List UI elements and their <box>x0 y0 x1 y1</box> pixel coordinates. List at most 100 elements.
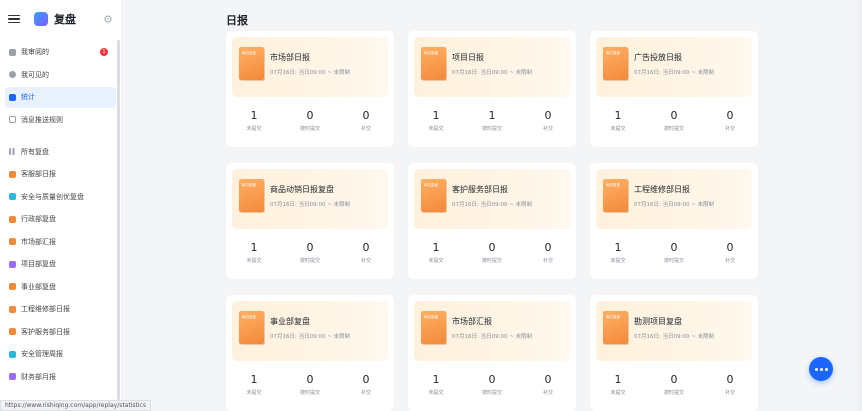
eye-icon <box>9 71 16 78</box>
card-time: 07月16日: 当日09:00 ~ 未限制 <box>452 334 533 340</box>
stat-unsubmitted[interactable]: 1 未提交 <box>590 241 646 264</box>
app-title: 复盘 <box>54 13 76 26</box>
sidebar-item-label: 事业部复盘 <box>21 282 56 291</box>
card-header: 每日复盘 市场部日报 07月16日: 当日09:00 ~ 未限制 <box>232 37 388 97</box>
stat-makeup[interactable]: 0 补交 <box>520 373 576 396</box>
report-book-icon: 每日复盘 <box>603 47 628 80</box>
main-scrollbar[interactable] <box>857 0 862 411</box>
report-card[interactable]: 每日复盘 广告投放日报 07月16日: 当日09:00 ~ 未限制 1 未提交 0… <box>590 31 758 147</box>
report-book-icon: 每日复盘 <box>603 179 628 212</box>
stat-ontime[interactable]: 0 按时提交 <box>282 109 338 132</box>
stat-ontime[interactable]: 0 按时提交 <box>464 373 520 396</box>
card-stats: 1 未提交 0 按时提交 0 补交 <box>226 241 394 264</box>
sidebar-item-report[interactable]: 行政部复盘 <box>5 209 116 230</box>
card-time: 07月16日: 当日09:00 ~ 未限制 <box>270 334 351 340</box>
stat-makeup[interactable]: 0 补交 <box>702 109 758 132</box>
stat-unsubmitted[interactable]: 1 未提交 <box>408 109 464 132</box>
report-card[interactable]: 每日复盘 勘测项目复盘 07月16日: 当日09:00 ~ 未限制 1 未提交 0… <box>590 295 758 411</box>
card-stats: 1 未提交 0 按时提交 0 补交 <box>408 373 576 396</box>
grid-icon <box>9 148 16 155</box>
card-name: 客护服务部日报 <box>452 185 508 194</box>
sidebar-item-label: 客护服务部日报 <box>21 327 70 336</box>
sidebar-item-label: 市场部汇报 <box>21 237 56 246</box>
sidebar-scrollbar[interactable] <box>117 40 120 400</box>
report-icon <box>9 305 16 313</box>
more-icon <box>814 367 818 371</box>
stat-makeup[interactable]: 0 补交 <box>520 241 576 264</box>
stat-ontime[interactable]: 1 按时提交 <box>464 109 520 132</box>
sidebar-item-label: 安全管理周报 <box>21 350 63 358</box>
card-header: 每日复盘 商品动销日报复盘 07月16日: 当日09:00 ~ 未限制 <box>232 169 388 229</box>
report-book-icon: 每日复盘 <box>603 311 628 344</box>
sidebar-item-report[interactable]: 市场部汇报 <box>5 231 116 252</box>
more-button[interactable] <box>809 357 833 381</box>
report-icon <box>9 193 16 200</box>
stat-makeup[interactable]: 0 补交 <box>702 373 758 396</box>
sidebar-item-report[interactable]: 事业部复盘 <box>5 276 116 297</box>
card-header: 每日复盘 勘测项目复盘 07月16日: 当日09:00 ~ 未限制 <box>596 301 752 361</box>
stat-ontime[interactable]: 0 按时提交 <box>646 241 702 264</box>
page-title: 日报 <box>226 14 248 27</box>
stat-ontime[interactable]: 0 按时提交 <box>282 241 338 264</box>
sidebar-item-label: 工程维修部日报 <box>21 305 70 313</box>
report-icon <box>9 350 16 358</box>
notification-badge: 1 <box>100 48 108 56</box>
card-name: 市场部日报 <box>270 53 310 62</box>
card-time: 07月16日: 当日09:00 ~ 未限制 <box>634 70 715 76</box>
menu-icon[interactable] <box>8 14 20 24</box>
stat-makeup[interactable]: 0 补交 <box>338 241 394 264</box>
stat-ontime[interactable]: 0 按时提交 <box>646 373 702 396</box>
report-card[interactable]: 每日复盘 市场部汇报 07月16日: 当日09:00 ~ 未限制 1 未提交 0按… <box>408 295 576 411</box>
chart-icon <box>9 93 16 101</box>
app-logo <box>34 12 48 26</box>
sidebar: 复盘 ⚙ 我审阅的 1 我可见的 统计 消息推送规则 所有复盘 客服部日报 安全… <box>0 0 122 411</box>
stat-unsubmitted[interactable]: 1 未提交 <box>226 241 282 264</box>
sidebar-item-push-rules[interactable]: 消息推送规则 <box>5 109 116 130</box>
report-card[interactable]: 每日复盘 项目日报 07月16日: 当日09:00 ~ 未限制 1 未提交 1 按时… <box>408 31 576 147</box>
stat-unsubmitted[interactable]: 1 未提交 <box>408 241 464 264</box>
sidebar-item-report[interactable]: 客服部日报 <box>5 164 116 185</box>
card-time: 07月16日: 当日09:00 ~ 未限制 <box>452 70 533 76</box>
card-header: 每日复盘 广告投放日报 07月16日: 当日09:00 ~ 未限制 <box>596 37 752 97</box>
sidebar-item-report[interactable]: 项目部复盘 <box>5 254 116 275</box>
stat-ontime[interactable]: 0 按时提交 <box>464 241 520 264</box>
stat-unsubmitted[interactable]: 1 未提交 <box>226 373 282 396</box>
report-card[interactable]: 每日复盘 客护服务部日报 07月16日: 当日09:00 ~ 未限制 1 未提交 … <box>408 163 576 279</box>
stat-ontime[interactable]: 0 按时提交 <box>282 373 338 396</box>
stat-makeup[interactable]: 0 补交 <box>520 109 576 132</box>
report-card[interactable]: 每日复盘 商品动销日报复盘 07月16日: 当日09:00 ~ 未限制 1 未提交… <box>226 163 394 279</box>
card-time: 07月16日: 当日09:00 ~ 未限制 <box>452 202 533 208</box>
sidebar-item-all[interactable]: 所有复盘 <box>5 141 116 162</box>
stat-ontime[interactable]: 0 按时提交 <box>646 109 702 132</box>
report-card[interactable]: 每日复盘 市场部日报 07月16日: 当日09:00 ~ 未限制 1 未提交 0按… <box>226 31 394 147</box>
stat-unsubmitted[interactable]: 1 未提交 <box>590 373 646 396</box>
report-card[interactable]: 每日复盘 工程维修部日报 07月16日: 当日09:00 ~ 未限制 1 未提交 … <box>590 163 758 279</box>
sidebar-item-report[interactable]: 客护服务部日报 <box>5 321 116 342</box>
stat-makeup[interactable]: 0 补交 <box>338 109 394 132</box>
card-name: 勘测项目复盘 <box>634 317 682 326</box>
report-card[interactable]: 每日复盘 事业部复盘 07月16日: 当日09:00 ~ 未限制 1 未提交 0按… <box>226 295 394 411</box>
sidebar-item-report[interactable]: 工程维修部日报 <box>5 299 116 320</box>
stat-makeup[interactable]: 0 补交 <box>338 373 394 396</box>
sidebar-nav: 我审阅的 1 我可见的 统计 消息推送规则 所有复盘 客服部日报 安全与质量创优… <box>0 38 121 391</box>
stat-unsubmitted[interactable]: 1 未提交 <box>408 373 464 396</box>
sidebar-item-label: 客服部日报 <box>21 170 56 178</box>
gear-icon[interactable]: ⚙ <box>103 13 113 26</box>
sidebar-item-reviewed[interactable]: 我审阅的 1 <box>5 42 116 63</box>
sidebar-item-report[interactable]: 安全管理周报 <box>5 344 116 365</box>
card-name: 广告投放日报 <box>634 53 682 62</box>
sidebar-item-statistics[interactable]: 统计 <box>5 86 116 108</box>
sidebar-item-report[interactable]: 财务部月报 <box>5 366 116 387</box>
card-time: 07月16日: 当日09:00 ~ 未限制 <box>270 202 351 208</box>
stat-unsubmitted[interactable]: 1 未提交 <box>226 109 282 132</box>
report-book-icon: 每日复盘 <box>421 47 446 80</box>
report-book-icon: 每日复盘 <box>239 179 264 212</box>
stat-unsubmitted[interactable]: 1 未提交 <box>590 109 646 132</box>
sidebar-item-report[interactable]: 安全与质量创优复盘 <box>5 186 116 207</box>
report-icon <box>9 260 16 268</box>
sidebar-item-visible[interactable]: 我可见的 <box>5 64 116 85</box>
report-icon <box>9 328 16 335</box>
stat-makeup[interactable]: 0 补交 <box>702 241 758 264</box>
card-header: 每日复盘 市场部汇报 07月16日: 当日09:00 ~ 未限制 <box>414 301 570 361</box>
sidebar-item-label: 统计 <box>21 93 35 101</box>
